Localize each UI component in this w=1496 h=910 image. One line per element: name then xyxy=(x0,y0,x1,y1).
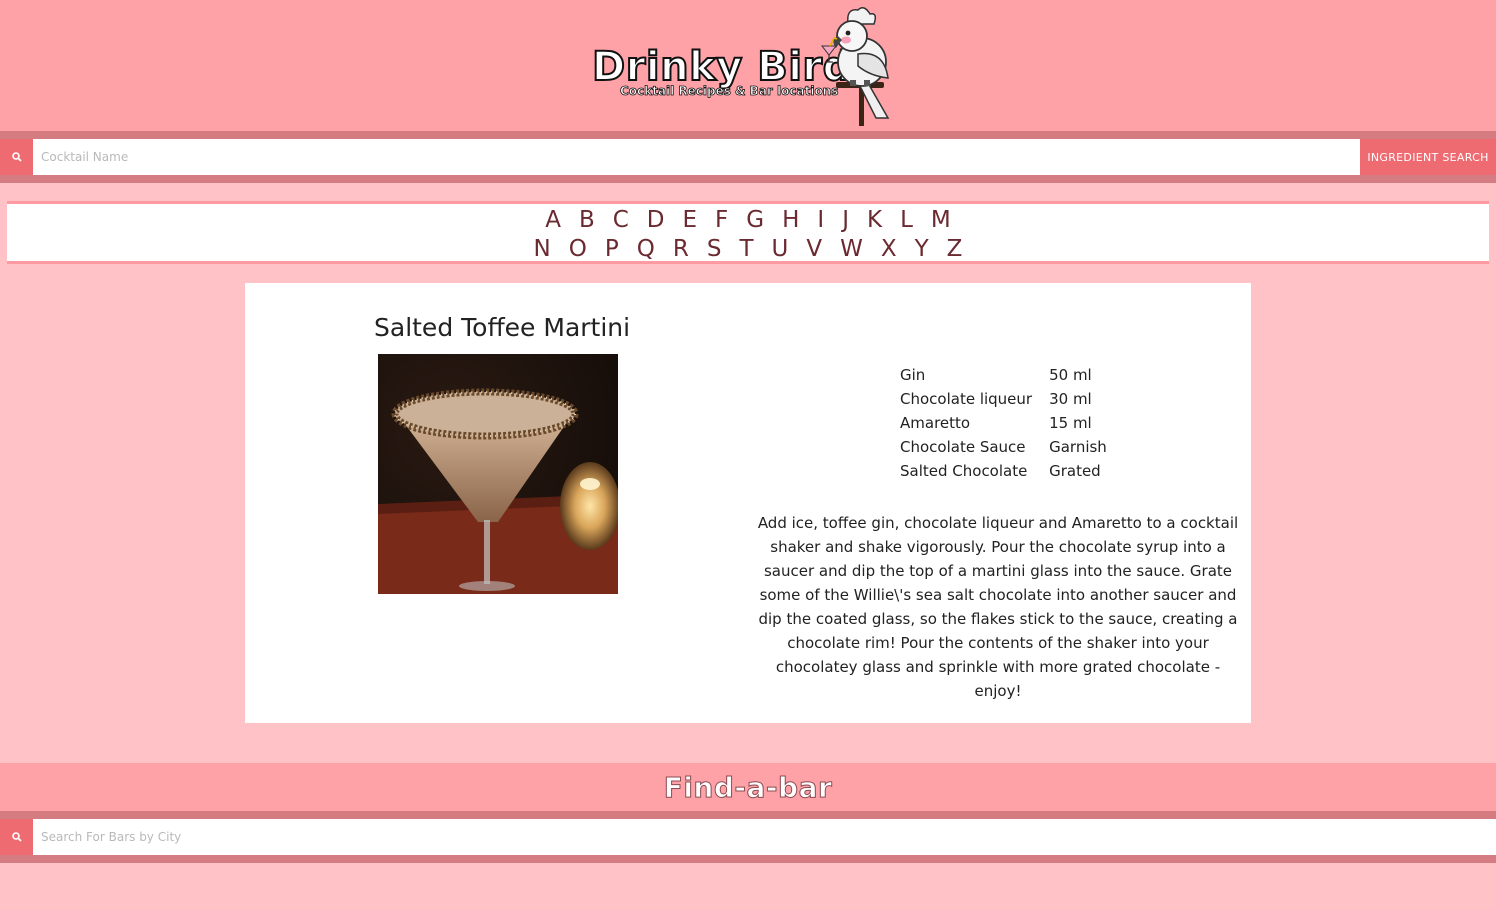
alphabet-row-2: NOPQRSTUVWXYZ xyxy=(7,235,1489,264)
logo-subtitle: Cocktail Recipes & Bar locations xyxy=(620,84,839,99)
letter-link-a[interactable]: A xyxy=(545,206,561,235)
letter-link-v[interactable]: V xyxy=(806,235,822,264)
bar-city-search-input[interactable] xyxy=(33,819,1496,855)
letter-link-q[interactable]: Q xyxy=(637,235,655,264)
letter-link-f[interactable]: F xyxy=(715,206,728,235)
find-a-bar-header: Find-a-bar xyxy=(0,763,1496,811)
letter-link-w[interactable]: W xyxy=(840,235,863,264)
ingredient-name: Chocolate Sauce xyxy=(900,438,1026,456)
ingredient-row: Salted Chocolate Grated xyxy=(900,459,1124,483)
ingredient-row: Gin 50 ml xyxy=(900,363,1124,387)
letter-link-u[interactable]: U xyxy=(772,235,789,264)
ingredient-name: Gin xyxy=(900,366,926,384)
search-button[interactable] xyxy=(0,139,33,175)
ingredient-row: Amaretto 15 ml xyxy=(900,411,1124,435)
site-logo[interactable]: Drinky Bird Cocktail Recipes & Bar locat… xyxy=(590,6,900,128)
letter-link-g[interactable]: G xyxy=(746,206,764,235)
letter-link-c[interactable]: C xyxy=(613,206,629,235)
letter-link-z[interactable]: Z xyxy=(947,235,963,264)
ingredient-amount: Grated xyxy=(1049,462,1101,480)
ingredient-name: Salted Chocolate xyxy=(900,462,1028,480)
letter-link-d[interactable]: D xyxy=(647,206,665,235)
search-icon xyxy=(11,832,22,842)
alphabet-nav: ABCDEFGHIJKLM NOPQRSTUVWXYZ xyxy=(7,201,1489,264)
ingredient-amount: Garnish xyxy=(1049,438,1107,456)
cocktail-name-input[interactable] xyxy=(33,139,1360,175)
letter-link-r[interactable]: R xyxy=(673,235,689,264)
ingredient-name: Amaretto xyxy=(900,414,971,432)
letter-link-h[interactable]: H xyxy=(782,206,799,235)
ingredient-name: Chocolate liqueur xyxy=(900,390,1033,408)
ingredient-amount: 15 ml xyxy=(1049,414,1092,432)
martini-photo xyxy=(378,354,618,594)
letter-link-n[interactable]: N xyxy=(534,235,551,264)
letter-link-x[interactable]: X xyxy=(881,235,897,264)
drink-instructions: Add ice, toffee gin, chocolate liqueur a… xyxy=(757,514,1239,700)
ingredients-table: Gin 50 ml Chocolate liqueur 30 ml Amaretto 15… xyxy=(900,363,1124,483)
alphabet-row-1: ABCDEFGHIJKLM xyxy=(7,206,1489,235)
letter-link-l[interactable]: L xyxy=(900,206,913,235)
ingredient-row: Chocolate Sauce Garnish xyxy=(900,435,1124,459)
search-icon xyxy=(11,152,22,162)
drink-title: Salted Toffee Martini xyxy=(374,313,631,342)
ingredient-amount: 50 ml xyxy=(1049,366,1092,384)
letter-link-m[interactable]: M xyxy=(931,206,951,235)
ingredient-row: Chocolate liqueur 30 ml xyxy=(900,387,1124,411)
site-header: Drinky Bird Cocktail Recipes & Bar locat… xyxy=(0,0,1496,131)
drink-card: Salted Toffee Martini Gin 50 ml Chocolat… xyxy=(245,283,1251,723)
find-a-bar-title: Find-a-bar xyxy=(663,771,833,805)
letter-link-j[interactable]: J xyxy=(842,206,849,235)
bar-search-bar xyxy=(0,811,1496,863)
ingredient-amount: 30 ml xyxy=(1049,390,1092,408)
letter-link-e[interactable]: E xyxy=(683,206,698,235)
letter-link-k[interactable]: K xyxy=(867,206,882,235)
bar-search-button[interactable] xyxy=(0,819,33,855)
ingredient-search-button[interactable]: INGREDIENT SEARCH xyxy=(1360,139,1496,175)
letter-link-b[interactable]: B xyxy=(579,206,595,235)
letter-link-y[interactable]: Y xyxy=(915,235,929,264)
letter-link-o[interactable]: O xyxy=(569,235,587,264)
cockatoo-logo-icon xyxy=(820,7,890,126)
letter-link-t[interactable]: T xyxy=(739,235,753,264)
letter-link-i[interactable]: I xyxy=(817,206,824,235)
cocktail-search-bar: INGREDIENT SEARCH xyxy=(0,131,1496,183)
letter-link-s[interactable]: S xyxy=(707,235,722,264)
letter-link-p[interactable]: P xyxy=(605,235,619,264)
